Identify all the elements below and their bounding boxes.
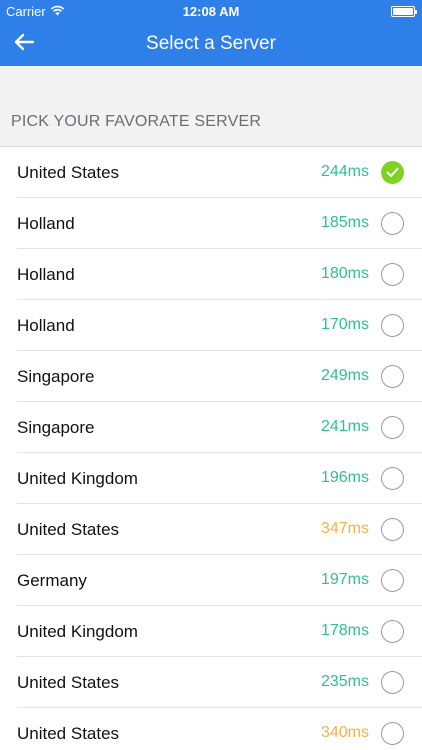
radio-unchecked-icon[interactable] <box>381 671 404 694</box>
radio-unchecked-icon[interactable] <box>381 365 404 388</box>
server-ping: 170ms <box>320 316 369 333</box>
server-row-5[interactable]: Singapore 241ms <box>0 402 422 453</box>
server-row-1[interactable]: Holland 185ms <box>0 198 422 249</box>
server-ping: 347ms <box>320 520 369 537</box>
status-time: 12:08 AM <box>182 4 240 19</box>
server-ping: 197ms <box>320 571 369 588</box>
server-ping: 180ms <box>320 265 369 282</box>
radio-checked-icon[interactable] <box>381 161 404 184</box>
server-name: United States <box>17 520 120 539</box>
radio-unchecked-icon[interactable] <box>381 314 404 337</box>
server-row-9[interactable]: United Kingdom 178ms <box>0 606 422 657</box>
radio-unchecked-icon[interactable] <box>381 518 404 541</box>
server-row-6[interactable]: United Kingdom 196ms <box>0 453 422 504</box>
server-ping: 241ms <box>320 418 369 435</box>
server-ping: 340ms <box>320 724 369 741</box>
server-ping: 244ms <box>320 163 369 180</box>
server-ping: 235ms <box>320 673 369 690</box>
server-name: Holland <box>17 214 75 233</box>
server-name: United States <box>17 673 120 692</box>
server-ping: 185ms <box>320 214 369 231</box>
radio-unchecked-icon[interactable] <box>381 620 404 643</box>
server-name: United Kingdom <box>17 469 138 488</box>
server-name: Holland <box>17 265 75 284</box>
server-name: Singapore <box>17 367 95 386</box>
server-row-7[interactable]: United States 347ms <box>0 504 422 555</box>
server-name: Singapore <box>17 418 95 437</box>
nav-bar: Select a Server <box>0 22 422 66</box>
server-row-2[interactable]: Holland 180ms <box>0 249 422 300</box>
section-header: PICK YOUR FAVORATE SERVER <box>0 66 422 147</box>
server-name: Germany <box>17 571 87 590</box>
server-ping: 178ms <box>320 622 369 639</box>
server-name: United States <box>17 724 120 743</box>
server-row-10[interactable]: United States 235ms <box>0 657 422 708</box>
page-title: Select a Server <box>146 33 276 54</box>
server-name: United Kingdom <box>17 622 138 641</box>
server-row-11[interactable]: United States 340ms <box>0 708 422 750</box>
radio-unchecked-icon[interactable] <box>381 467 404 490</box>
server-row-8[interactable]: Germany 197ms <box>0 555 422 606</box>
server-list: United States 244ms Holland 185ms Hollan… <box>0 147 422 750</box>
section-title: PICK YOUR FAVORATE SERVER <box>11 113 262 130</box>
server-select-screen: Carrier 12:08 AM Select a Server PICK YO… <box>0 0 422 750</box>
server-row-3[interactable]: Holland 170ms <box>0 300 422 351</box>
radio-unchecked-icon[interactable] <box>381 212 404 235</box>
radio-unchecked-icon[interactable] <box>381 569 404 592</box>
radio-unchecked-icon[interactable] <box>381 263 404 286</box>
server-name: Holland <box>17 316 75 335</box>
server-ping: 249ms <box>320 367 369 384</box>
server-ping: 196ms <box>320 469 369 486</box>
battery-icon <box>391 6 417 17</box>
radio-unchecked-icon[interactable] <box>381 722 404 745</box>
server-name: United States <box>17 163 120 182</box>
status-bar: Carrier 12:08 AM <box>0 0 422 22</box>
server-row-0[interactable]: United States 244ms <box>0 147 422 198</box>
server-row-4[interactable]: Singapore 249ms <box>0 351 422 402</box>
radio-unchecked-icon[interactable] <box>381 416 404 439</box>
